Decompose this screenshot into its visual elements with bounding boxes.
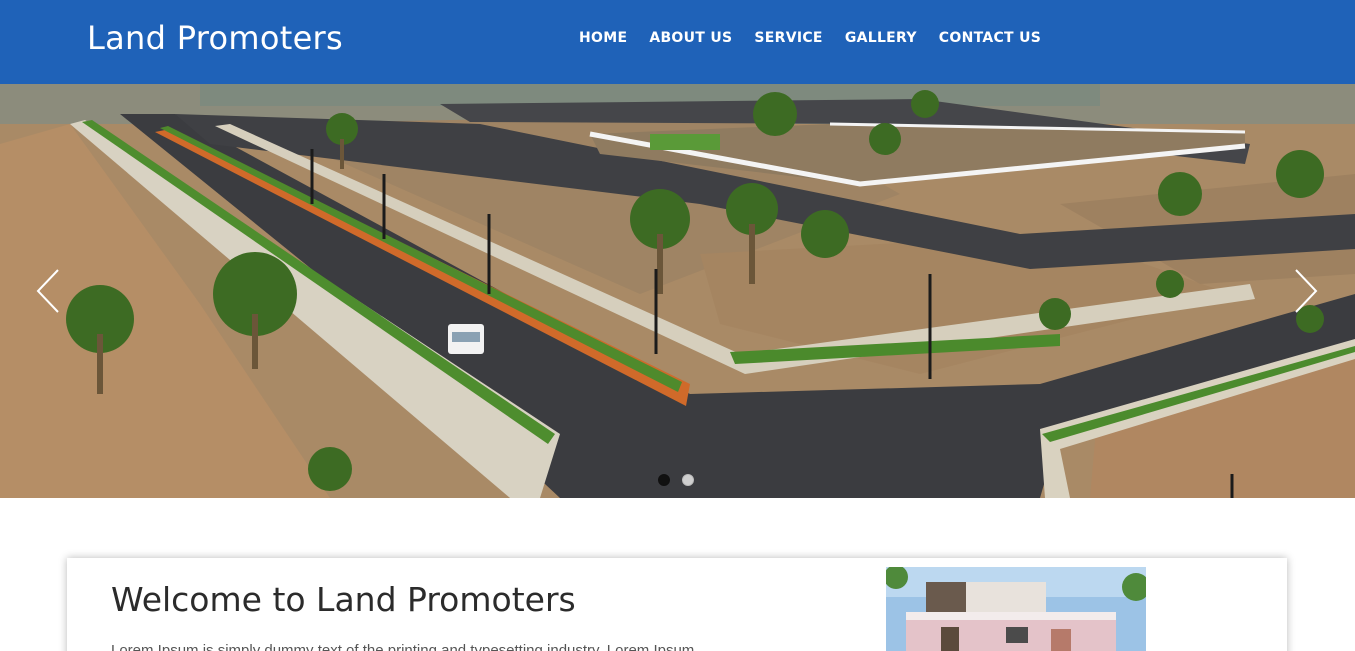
nav-contact-us[interactable]: CONTACT US (928, 30, 1052, 46)
brand-logo-text[interactable]: Land Promoters (87, 19, 343, 57)
chevron-right-icon (1295, 269, 1318, 313)
welcome-card: Welcome to Land Promoters Lorem Ipsum is… (67, 558, 1287, 651)
nav-gallery[interactable]: GALLERY (834, 30, 928, 46)
nav-about-us[interactable]: ABOUT US (638, 30, 743, 46)
house-image (886, 567, 1146, 651)
carousel-prev-button[interactable] (34, 268, 64, 314)
welcome-text: Lorem Ipsum is simply dummy text of the … (111, 642, 695, 651)
hero-slide-image (0, 84, 1355, 498)
site-header: Land Promoters HOME ABOUT US SERVICE GAL… (0, 0, 1355, 84)
chevron-left-icon (36, 269, 59, 313)
main-nav: HOME ABOUT US SERVICE GALLERY CONTACT US (568, 30, 1052, 46)
carousel-dot-2[interactable] (682, 474, 694, 486)
carousel-indicators (658, 474, 694, 486)
hero-carousel (0, 84, 1355, 498)
welcome-title: Welcome to Land Promoters (111, 580, 576, 619)
carousel-dot-1[interactable] (658, 474, 670, 486)
nav-service[interactable]: SERVICE (743, 30, 833, 46)
carousel-next-button[interactable] (1290, 268, 1320, 314)
nav-home[interactable]: HOME (568, 30, 638, 46)
